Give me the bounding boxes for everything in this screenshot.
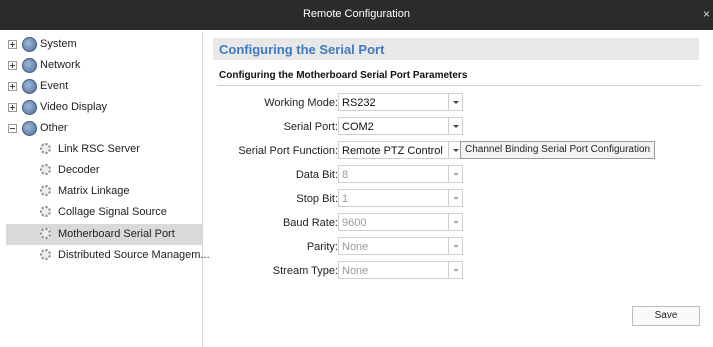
field-serial-port: Serial Port: COM2 [209,117,713,137]
save-button[interactable]: Save [632,306,700,326]
sidebar-item-link-rsc-server[interactable]: Link RSC Server [6,139,202,160]
field-label: Baud Rate: [282,217,338,229]
chevron-down-icon[interactable] [448,94,462,110]
chevron-down-icon [448,190,462,206]
channel-binding-button[interactable]: Channel Binding Serial Port Configuratio… [460,141,656,159]
sidebar-item-event[interactable]: Event [6,76,202,97]
gear-icon [40,164,51,175]
main-panel: Configuring the Serial Port Configuring … [209,32,713,347]
subheading: Configuring the Motherboard Serial Port … [219,70,468,81]
sidebar-item-other[interactable]: Other [6,118,202,139]
field-parity: Parity: None [209,237,713,257]
globe-icon [22,58,37,73]
sidebar-item-label: System [40,38,77,50]
divider [217,85,701,86]
baud-rate-select: 9600 [338,213,463,231]
field-label: Stop Bit: [296,193,338,205]
field-stream-type: Stream Type: None [209,261,713,281]
sidebar-item-label: Matrix Linkage [58,185,130,197]
expand-plus-icon[interactable] [8,40,17,49]
sidebar-item-label: Other [40,122,68,134]
expand-plus-icon[interactable] [8,61,17,70]
select-value: 8 [342,169,349,181]
chevron-down-icon [448,214,462,230]
field-working-mode: Working Mode: RS232 [209,93,713,113]
field-label: Working Mode: [264,97,338,109]
sidebar-item-collage-signal-source[interactable]: Collage Signal Source [6,202,202,223]
sidebar-item-label: Event [40,80,69,92]
field-label: Parity: [306,241,338,253]
field-serial-port-function: Serial Port Function: Remote PTZ Control… [209,141,713,161]
select-value: 9600 [342,217,367,229]
field-label: Serial Port Function: [238,145,338,157]
serial-port-select[interactable]: COM2 [338,117,463,135]
parity-select: None [338,237,463,255]
select-value: Remote PTZ Control [342,145,443,157]
sidebar-item-label: Decoder [58,164,100,176]
expand-plus-icon[interactable] [8,103,17,112]
sidebar-tree: System Network Event Video Display Other… [6,32,210,347]
sidebar-item-system[interactable]: System [6,34,202,55]
gear-icon [40,249,51,260]
sidebar-item-label: Distributed Source Managem... [58,249,210,261]
globe-icon [22,121,37,136]
close-icon[interactable]: × [703,7,713,23]
stop-bit-select: 1 [338,189,463,207]
chevron-down-icon [448,238,462,254]
select-value: COM2 [342,121,374,133]
globe-icon [22,79,37,94]
field-label: Data Bit: [295,169,338,181]
sidebar-item-matrix-linkage[interactable]: Matrix Linkage [6,181,202,202]
expand-plus-icon[interactable] [8,82,17,91]
field-data-bit: Data Bit: 8 [209,165,713,185]
section-header: Configuring the Serial Port [213,38,699,60]
sidebar-item-label: Network [40,59,81,71]
select-value: RS232 [342,97,376,109]
serial-port-function-select[interactable]: Remote PTZ Control [338,141,463,159]
sidebar-item-network[interactable]: Network [6,55,202,76]
sidebar-item-label: Collage Signal Source [58,206,167,218]
sidebar-item-label: Motherboard Serial Port [58,228,175,240]
globe-icon [22,100,37,115]
gear-icon [40,228,51,239]
page-title: Configuring the Serial Port [219,42,385,57]
sidebar-item-video-display[interactable]: Video Display [6,97,202,118]
stream-type-select: None [338,261,463,279]
gear-icon [40,206,51,217]
field-label: Stream Type: [272,265,338,277]
sidebar-item-decoder[interactable]: Decoder [6,160,202,181]
window-title: Remote Configuration [302,8,410,20]
gear-icon [40,185,51,196]
select-value: None [342,265,369,277]
select-value: 1 [342,193,349,205]
select-value: None [342,241,369,253]
collapse-minus-icon[interactable] [8,124,17,133]
sidebar-item-label: Video Display [40,101,108,113]
title-bar: Remote Configuration × [0,0,713,30]
globe-icon [22,37,37,52]
working-mode-select[interactable]: RS232 [338,93,463,111]
chevron-down-icon [448,166,462,182]
sidebar-item-distributed-source-management[interactable]: Distributed Source Managem... [6,245,210,266]
gear-icon [40,143,51,154]
data-bit-select: 8 [338,165,463,183]
chevron-down-icon[interactable] [448,118,462,134]
sidebar-item-motherboard-serial-port[interactable]: Motherboard Serial Port [6,224,202,245]
field-label: Serial Port: [283,121,338,133]
chevron-down-icon [448,262,462,278]
field-baud-rate: Baud Rate: 9600 [209,213,713,233]
field-stop-bit: Stop Bit: 1 [209,189,713,209]
sidebar-item-label: Link RSC Server [58,143,140,155]
